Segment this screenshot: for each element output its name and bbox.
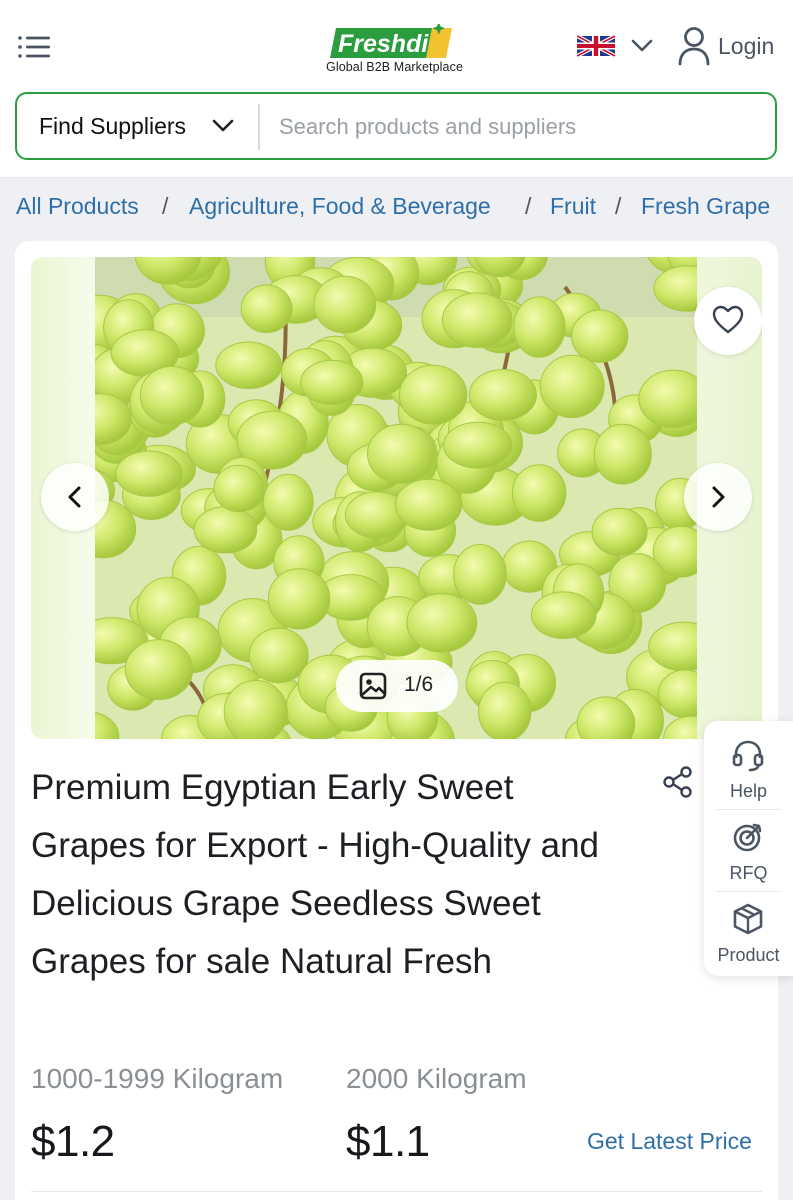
image-counter-text: 1/6	[404, 673, 434, 696]
target-icon	[733, 823, 762, 852]
grape	[394, 478, 463, 531]
uk-flag-icon	[576, 34, 616, 58]
breadcrumb-separator: /	[615, 193, 622, 219]
price-tier-2-price: $1.1	[346, 1117, 430, 1166]
breadcrumb-fresh-grape[interactable]: Fresh Grape	[641, 193, 770, 220]
grape	[300, 359, 364, 405]
floating-side-panel: Help RFQ Product	[704, 721, 793, 976]
grape	[443, 421, 513, 469]
search-divider	[258, 104, 260, 150]
grape	[591, 507, 648, 556]
chevron-right-icon	[712, 486, 725, 508]
next-image-button[interactable]	[684, 463, 752, 531]
grape	[468, 368, 537, 421]
logo-wordmark: Freshdi	[338, 30, 429, 58]
grape	[513, 296, 566, 358]
breadcrumb-all-products[interactable]: All Products	[16, 193, 139, 220]
search-category-label: Find Suppliers	[39, 113, 187, 139]
menu-icon[interactable]	[16, 32, 54, 62]
search-bar: Find Suppliers	[15, 92, 777, 160]
grape	[213, 464, 264, 513]
grape	[139, 365, 205, 426]
user-icon	[678, 27, 710, 66]
login-label: Login	[718, 33, 775, 59]
grape	[398, 364, 468, 425]
grape	[511, 464, 567, 522]
login-button[interactable]: Login	[676, 24, 786, 68]
help-label: Help	[729, 781, 768, 801]
chevron-down-icon	[212, 119, 234, 132]
grape	[313, 275, 377, 334]
card-divider	[31, 1191, 762, 1192]
grape	[223, 679, 288, 739]
rfq-label: RFQ	[729, 863, 768, 883]
chevron-left-icon	[68, 486, 81, 508]
product-label: Product	[717, 945, 780, 965]
grape	[267, 568, 331, 630]
search-input[interactable]	[279, 104, 759, 150]
favorite-button[interactable]	[694, 287, 762, 355]
breadcrumb-fruit[interactable]: Fruit	[550, 193, 596, 220]
headset-icon	[732, 740, 764, 772]
share-icon	[663, 766, 692, 798]
grape	[262, 473, 314, 531]
top-header: Freshdi Global B2B Marketplace Login Fin…	[0, 0, 793, 178]
help-button[interactable]: Help	[704, 729, 793, 809]
price-tier-1-price: $1.2	[31, 1117, 115, 1166]
search-category-dropdown[interactable]: Find Suppliers	[17, 94, 259, 158]
box-icon	[733, 903, 763, 935]
grape	[539, 354, 605, 419]
rfq-button[interactable]: RFQ	[704, 811, 793, 891]
grape	[248, 627, 309, 684]
breadcrumb-agriculture[interactable]: Agriculture, Food & Beverage	[189, 193, 491, 220]
grape	[441, 292, 513, 348]
grape	[571, 309, 629, 363]
grape	[215, 341, 283, 390]
get-latest-price-link[interactable]: Get Latest Price	[587, 1128, 752, 1155]
logo-mark: Freshdi	[330, 24, 452, 58]
side-divider	[716, 891, 781, 892]
grape	[530, 591, 597, 640]
previous-image-button[interactable]	[41, 463, 109, 531]
grape	[124, 639, 194, 701]
grape	[593, 423, 652, 485]
freshdi-logo[interactable]: Freshdi Global B2B Marketplace	[322, 14, 472, 78]
product-title: Premium Egyptian Early Sweet Grapes for …	[31, 768, 600, 981]
chevron-down-icon	[631, 39, 653, 52]
image-icon	[359, 672, 387, 700]
image-counter[interactable]: 1/6	[336, 660, 458, 712]
grape	[193, 506, 258, 554]
language-selector[interactable]	[576, 30, 659, 62]
product-button[interactable]: Product	[704, 893, 793, 973]
breadcrumb: All Products / Agriculture, Food & Bever…	[16, 193, 786, 225]
price-tier-1-quantity: 1000-1999 Kilogram	[31, 1063, 284, 1094]
grape	[115, 450, 183, 497]
grape	[453, 544, 507, 605]
grape	[240, 284, 293, 334]
grape	[406, 593, 478, 653]
breadcrumb-separator: /	[525, 193, 532, 219]
product-card: 1/6 Premium Egyptian Early Sweet Grapes …	[15, 241, 778, 1200]
image-gallery[interactable]: 1/6	[31, 257, 762, 739]
side-divider	[716, 809, 781, 810]
breadcrumb-separator: /	[162, 193, 169, 219]
grape	[478, 681, 532, 739]
heart-icon	[712, 305, 744, 334]
logo-tagline: Global B2B Marketplace	[326, 60, 463, 74]
grape	[367, 423, 436, 484]
share-button[interactable]	[661, 765, 695, 799]
price-tier-2-quantity: 2000 Kilogram	[346, 1063, 527, 1094]
